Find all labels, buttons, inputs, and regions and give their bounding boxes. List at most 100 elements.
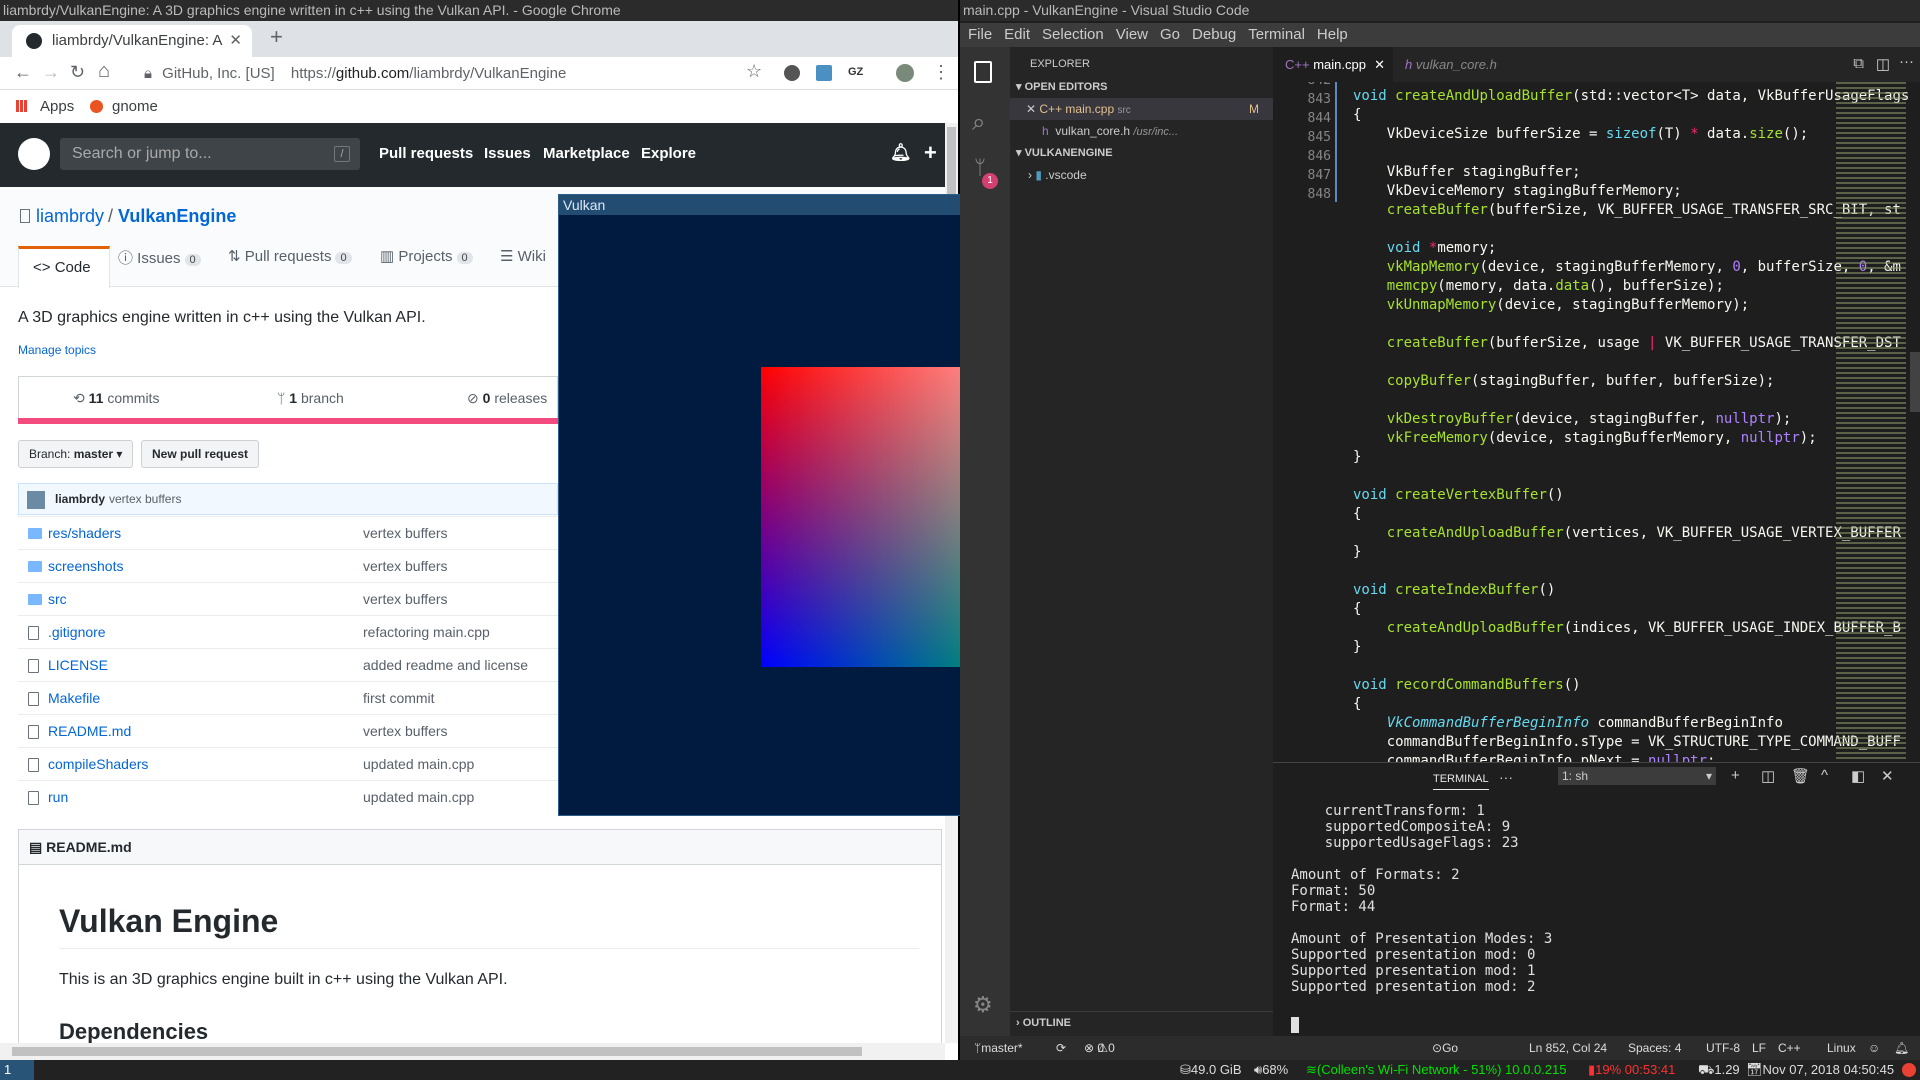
file-name-link[interactable]: run: [48, 781, 68, 814]
file-name-link[interactable]: README.md: [48, 715, 131, 748]
menu-help[interactable]: Help: [1317, 26, 1348, 43]
panel-more-icon[interactable]: ···: [1499, 769, 1513, 785]
menu-selection[interactable]: Selection: [1042, 26, 1104, 43]
cursor-position[interactable]: Ln 852, Col 24: [1529, 1036, 1607, 1060]
profile-avatar[interactable]: [896, 64, 914, 82]
problems-indicator[interactable]: ⊗ 0 ⚠ 0: [1084, 1036, 1115, 1060]
menu-edit[interactable]: Edit: [1004, 26, 1030, 43]
search-icon[interactable]: ⌕: [972, 109, 985, 137]
open-editors-header[interactable]: ▾ OPEN EDITORS: [1010, 76, 1273, 98]
feedback-icon[interactable]: ☺: [1868, 1036, 1880, 1060]
more-actions-icon[interactable]: ···: [1899, 53, 1914, 70]
gitzip-extension-icon[interactable]: GZ: [848, 66, 863, 78]
file-name-link[interactable]: compileShaders: [48, 748, 148, 781]
commits-count-link[interactable]: ⟲ 11 commits: [73, 390, 159, 407]
branch-select[interactable]: Branch: master ▾: [18, 440, 134, 468]
tab-projects[interactable]: ▥ Projects 0: [380, 247, 473, 265]
os-indicator[interactable]: Linux: [1827, 1036, 1856, 1060]
file-row[interactable]: LICENSE added readme and license: [18, 648, 558, 681]
workspace-indicator[interactable]: 1: [0, 1060, 34, 1080]
file-row[interactable]: Makefile first commit: [18, 681, 558, 714]
minimap[interactable]: [1836, 82, 1906, 762]
code-editor[interactable]: 842 843 844 845 846 847 848 void createAndUplo…: [1273, 82, 1920, 762]
menu-view[interactable]: View: [1116, 26, 1148, 43]
extension-icon[interactable]: [784, 65, 800, 81]
back-icon[interactable]: ←: [14, 62, 32, 83]
terminal-output[interactable]: currentTransform: 1 supportedCompositeA:…: [1291, 803, 1552, 995]
git-branch[interactable]: ᛘ master*: [974, 1036, 1023, 1060]
file-commit-message[interactable]: vertex buffers: [363, 715, 448, 748]
notifications-bell-icon[interactable]: 🔔︎: [890, 143, 912, 163]
maximize-panel-icon[interactable]: ^: [1821, 767, 1828, 784]
chrome-menu-icon[interactable]: ⋮: [932, 62, 950, 83]
nav-marketplace[interactable]: Marketplace: [543, 145, 630, 162]
project-folder-header[interactable]: ▾ VULKANENGINE: [1010, 142, 1273, 164]
terminal-select[interactable]: 1: sh ▾: [1558, 767, 1716, 785]
nav-pull-requests[interactable]: Pull requests: [379, 145, 473, 162]
github-search-input[interactable]: Search or jump to... /: [60, 138, 360, 170]
chrome-tray-icon[interactable]: [1902, 1063, 1916, 1077]
horizontal-scrollbar[interactable]: [0, 1043, 945, 1060]
file-name-link[interactable]: src: [48, 583, 67, 616]
new-tab-icon[interactable]: +: [270, 24, 283, 50]
indentation[interactable]: Spaces: 4: [1628, 1036, 1681, 1060]
volume[interactable]: 🔊︎ 68%: [1254, 1060, 1288, 1080]
file-commit-message[interactable]: refactoring main.cpp: [363, 616, 490, 649]
editor-scrollbar[interactable]: [1910, 352, 1920, 412]
file-name-link[interactable]: Makefile: [48, 682, 100, 715]
split-terminal-icon[interactable]: ◫: [1761, 767, 1775, 785]
repo-owner-link[interactable]: liambrdy: [36, 206, 104, 227]
menu-file[interactable]: File: [968, 26, 992, 43]
bookmark-star-icon[interactable]: ☆: [746, 61, 762, 82]
menu-terminal[interactable]: Terminal: [1248, 26, 1305, 43]
kill-terminal-icon[interactable]: 🗑︎: [1791, 767, 1810, 785]
home-icon[interactable]: ⌂: [98, 60, 110, 83]
editor-tab-main-cpp[interactable]: C++ main.cpp ✕: [1273, 47, 1393, 82]
commit-message[interactable]: vertex buffers: [109, 484, 181, 514]
file-row[interactable]: src vertex buffers: [18, 582, 558, 615]
folder-vscode[interactable]: › ▮ .vscode: [1028, 164, 1087, 186]
open-editor-vulkan-core[interactable]: h vulkan_core.h /usr/inc...: [1010, 120, 1273, 142]
terminal-tab[interactable]: TERMINAL: [1433, 773, 1489, 790]
explorer-icon[interactable]: [974, 61, 992, 83]
encoding[interactable]: UTF-8: [1706, 1036, 1740, 1060]
language-mode[interactable]: C++: [1778, 1036, 1801, 1060]
address-bar[interactable]: 🔒︎ GitHub, Inc. [US] https://github.com/…: [144, 61, 794, 86]
line-ending[interactable]: LF: [1752, 1036, 1766, 1060]
browser-tab[interactable]: liambrdy/VulkanEngine: A ✕: [12, 25, 252, 57]
reload-icon[interactable]: ↻: [70, 62, 85, 83]
extension-icon[interactable]: [816, 65, 832, 81]
open-changes-icon[interactable]: ⧉: [1853, 55, 1864, 72]
branch-count-link[interactable]: ᛘ 1 branch: [277, 390, 344, 406]
close-tab-icon[interactable]: ✕: [229, 25, 242, 57]
tab-pull-requests[interactable]: ⇅ Pull requests 0: [228, 247, 352, 265]
open-editor-main-cpp[interactable]: ✕ C++ main.cpp src M: [1010, 98, 1273, 120]
bookmark-gnome[interactable]: gnome: [112, 90, 158, 123]
close-panel-icon[interactable]: ✕: [1881, 767, 1894, 785]
file-name-link[interactable]: LICENSE: [48, 649, 108, 682]
tab-issues[interactable]: ⓘ Issues 0: [118, 247, 201, 268]
file-commit-message[interactable]: updated main.cpp: [363, 748, 474, 781]
split-editor-icon[interactable]: ◫: [1876, 55, 1890, 73]
file-commit-message[interactable]: updated main.cpp: [363, 781, 474, 814]
go-live-button[interactable]: ⊙ Go Live: [1432, 1036, 1458, 1060]
new-terminal-icon[interactable]: +: [1731, 767, 1740, 784]
file-name-link[interactable]: screenshots: [48, 550, 123, 583]
file-commit-message[interactable]: first commit: [363, 682, 435, 715]
github-logo-icon[interactable]: [18, 138, 50, 170]
create-new-icon[interactable]: +: [924, 140, 937, 166]
file-commit-message[interactable]: added readme and license: [363, 649, 528, 682]
commit-author[interactable]: liambrdy: [55, 484, 105, 514]
forward-icon[interactable]: →: [42, 62, 60, 83]
tab-code[interactable]: <> Code: [18, 246, 110, 288]
tab-wiki[interactable]: ☰ Wiki: [500, 247, 546, 265]
file-name-link[interactable]: res/shaders: [48, 517, 121, 550]
outline-header[interactable]: › OUTLINE: [1010, 1011, 1273, 1033]
editor-tab-vulkan-core[interactable]: h vulkan_core.h: [1393, 47, 1533, 82]
menu-go[interactable]: Go: [1160, 26, 1180, 43]
releases-count-link[interactable]: ⊘ 0 releases: [467, 390, 547, 407]
file-commit-message[interactable]: vertex buffers: [363, 550, 448, 583]
file-row[interactable]: run updated main.cpp: [18, 780, 558, 813]
file-commit-message[interactable]: vertex buffers: [363, 583, 448, 616]
repo-name-link[interactable]: VulkanEngine: [118, 206, 236, 227]
